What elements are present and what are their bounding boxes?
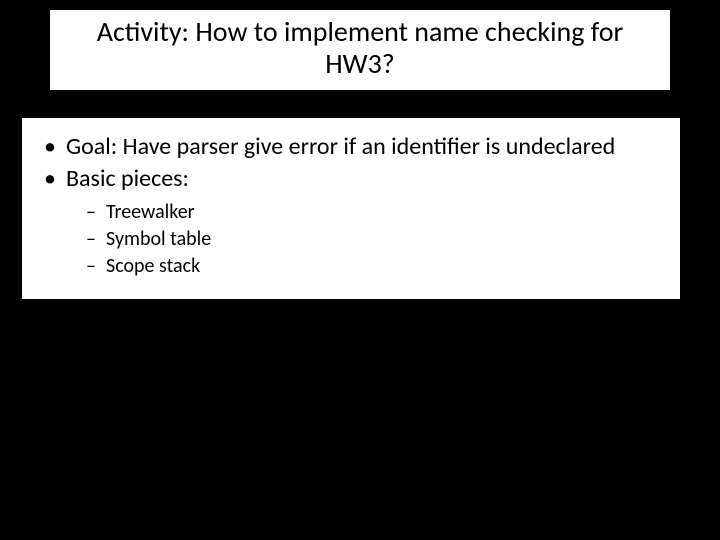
title-container: Activity: How to implement name checking…	[50, 10, 670, 90]
sub-bullet-item: Symbol table	[84, 227, 662, 252]
sub-bullet-text: Treewalker	[106, 200, 195, 224]
slide: Activity: How to implement name checking…	[0, 0, 720, 540]
bullet-item: Basic pieces: Treewalker Symbol table Sc…	[40, 164, 662, 279]
sub-bullet-text: Scope stack	[106, 254, 200, 278]
bullet-item: Goal: Have parser give error if an ident…	[40, 132, 662, 162]
sub-bullet-text: Symbol table	[106, 227, 211, 251]
slide-title: Activity: How to implement name checking…	[60, 16, 660, 80]
bullet-text: Goal: Have parser give error if an ident…	[66, 132, 615, 161]
sub-bullet-list: Treewalker Symbol table Scope stack	[84, 200, 662, 279]
bullet-text: Basic pieces:	[66, 164, 189, 193]
body-container: Goal: Have parser give error if an ident…	[22, 118, 680, 299]
sub-bullet-item: Scope stack	[84, 254, 662, 279]
bullet-list: Goal: Have parser give error if an ident…	[40, 132, 662, 279]
sub-bullet-item: Treewalker	[84, 200, 662, 225]
